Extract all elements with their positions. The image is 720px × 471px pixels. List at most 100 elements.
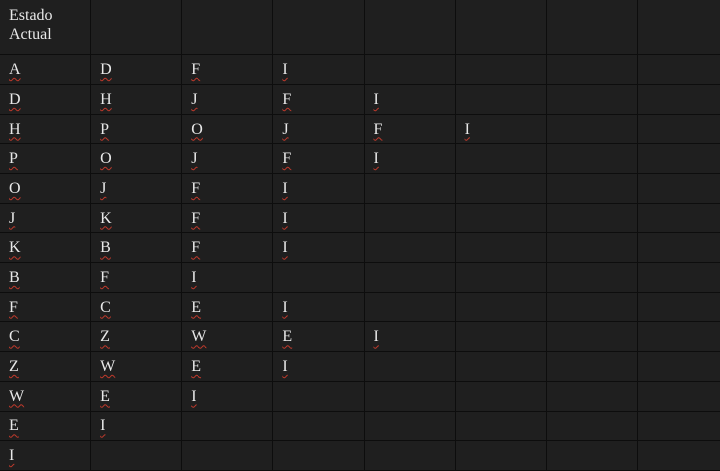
table-cell[interactable]	[545, 291, 638, 323]
table-cell[interactable]: F	[181, 232, 274, 264]
table-cell[interactable]	[545, 232, 638, 264]
table-cell[interactable]	[545, 54, 638, 85]
header-cell[interactable]	[90, 0, 183, 56]
table-cell[interactable]: C	[90, 291, 183, 323]
table-cell[interactable]: I	[272, 173, 365, 204]
table-cell[interactable]: O	[181, 113, 274, 145]
table-cell[interactable]: B	[90, 232, 183, 264]
table-cell[interactable]	[363, 291, 456, 323]
table-cell[interactable]	[363, 232, 456, 264]
table-cell[interactable]: I	[0, 440, 92, 471]
table-cell[interactable]	[545, 351, 638, 382]
header-cell[interactable]	[545, 0, 638, 56]
table-cell[interactable]	[454, 54, 547, 85]
header-cell[interactable]	[363, 0, 456, 56]
table-cell[interactable]	[636, 291, 720, 323]
table-cell[interactable]	[454, 380, 547, 412]
table-cell[interactable]: J	[181, 83, 274, 115]
table-cell[interactable]: F	[90, 262, 183, 293]
table-cell[interactable]: P	[90, 113, 183, 145]
table-cell[interactable]	[363, 351, 456, 382]
table-cell[interactable]: F	[0, 291, 92, 323]
table-cell[interactable]: F	[181, 54, 274, 85]
table-cell[interactable]	[454, 410, 547, 442]
table-cell[interactable]	[545, 113, 638, 145]
table-cell[interactable]	[636, 351, 720, 382]
table-cell[interactable]	[363, 173, 456, 204]
table-cell[interactable]	[545, 321, 638, 353]
table-cell[interactable]: F	[181, 202, 274, 234]
table-cell[interactable]: J	[0, 202, 92, 234]
table-cell[interactable]: W	[0, 380, 92, 412]
table-cell[interactable]	[636, 173, 720, 204]
header-cell[interactable]	[636, 0, 720, 56]
table-cell[interactable]: I	[363, 321, 456, 353]
table-cell[interactable]	[636, 440, 720, 471]
table-cell[interactable]: B	[0, 262, 92, 293]
table-cell[interactable]	[363, 202, 456, 234]
table-cell[interactable]: D	[0, 83, 92, 115]
table-cell[interactable]	[636, 321, 720, 353]
table-cell[interactable]: E	[272, 321, 365, 353]
table-cell[interactable]	[363, 410, 456, 442]
table-cell[interactable]: F	[272, 83, 365, 115]
table-cell[interactable]: I	[272, 202, 365, 234]
table-cell[interactable]: J	[90, 173, 183, 204]
table-cell[interactable]: I	[181, 262, 274, 293]
table-cell[interactable]: I	[272, 54, 365, 85]
table-cell[interactable]	[545, 173, 638, 204]
table-cell[interactable]	[454, 351, 547, 382]
table-cell[interactable]	[454, 440, 547, 471]
table-cell[interactable]: H	[90, 83, 183, 115]
header-cell[interactable]	[454, 0, 547, 56]
table-cell[interactable]: C	[0, 321, 92, 353]
table-cell[interactable]: F	[363, 113, 456, 145]
table-cell[interactable]: P	[0, 143, 92, 175]
table-cell[interactable]	[454, 262, 547, 293]
table-cell[interactable]	[454, 291, 547, 323]
table-cell[interactable]: W	[181, 321, 274, 353]
table-cell[interactable]: K	[0, 232, 92, 264]
table-cell[interactable]: O	[90, 143, 183, 175]
table-cell[interactable]: D	[90, 54, 183, 85]
table-cell[interactable]	[636, 410, 720, 442]
table-cell[interactable]: K	[90, 202, 183, 234]
table-cell[interactable]: E	[0, 410, 92, 442]
table-cell[interactable]	[454, 321, 547, 353]
table-cell[interactable]	[363, 262, 456, 293]
table-cell[interactable]	[636, 262, 720, 293]
table-cell[interactable]	[636, 113, 720, 145]
table-cell[interactable]	[545, 262, 638, 293]
table-cell[interactable]: E	[181, 351, 274, 382]
table-cell[interactable]	[363, 54, 456, 85]
table-cell[interactable]	[545, 380, 638, 412]
table-cell[interactable]	[545, 410, 638, 442]
table-cell[interactable]	[636, 54, 720, 85]
table-cell[interactable]: F	[272, 143, 365, 175]
table-cell[interactable]: W	[90, 351, 183, 382]
table-cell[interactable]: I	[181, 380, 274, 412]
table-cell[interactable]: Z	[0, 351, 92, 382]
header-cell[interactable]	[272, 0, 365, 56]
table-cell[interactable]	[272, 410, 365, 442]
table-cell[interactable]: A	[0, 54, 92, 85]
table-cell[interactable]	[454, 232, 547, 264]
table-cell[interactable]	[272, 440, 365, 471]
table-cell[interactable]: O	[0, 173, 92, 204]
table-cell[interactable]: I	[363, 143, 456, 175]
table-cell[interactable]	[272, 380, 365, 412]
table-cell[interactable]: J	[181, 143, 274, 175]
table-cell[interactable]	[272, 262, 365, 293]
table-cell[interactable]	[545, 440, 638, 471]
table-cell[interactable]	[545, 202, 638, 234]
table-cell[interactable]	[454, 173, 547, 204]
table-cell[interactable]: I	[90, 410, 183, 442]
table-cell[interactable]	[636, 143, 720, 175]
table-cell[interactable]	[181, 410, 274, 442]
table-cell[interactable]: E	[181, 291, 274, 323]
table-cell[interactable]	[454, 83, 547, 115]
table-cell[interactable]: I	[272, 232, 365, 264]
table-cell[interactable]: Z	[90, 321, 183, 353]
header-cell[interactable]: Estado Actual	[0, 0, 92, 56]
table-cell[interactable]	[363, 380, 456, 412]
